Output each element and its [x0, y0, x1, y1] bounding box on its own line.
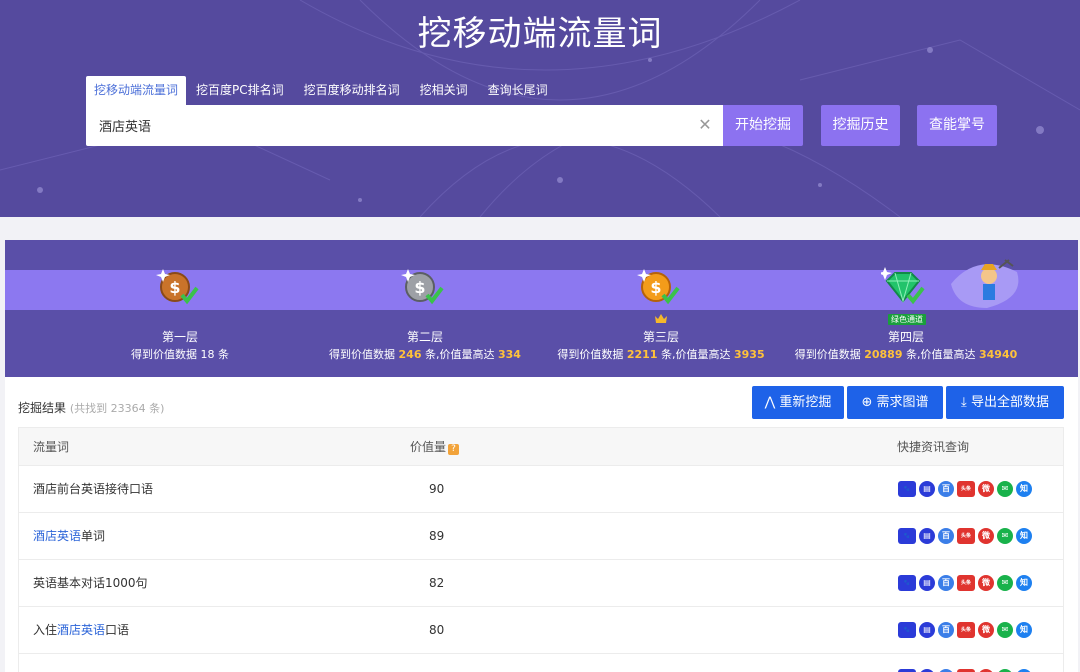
baike-icon[interactable]: 百: [938, 528, 954, 544]
table-row: 入住酒店英语口语 80 🐾 ▤ 百头条微 ✉ 知: [18, 607, 1064, 654]
toutiao-icon[interactable]: 头条: [957, 575, 975, 591]
col-keyword: 流量词: [33, 440, 70, 454]
baidu-paw-icon[interactable]: 🐾: [898, 622, 916, 638]
quick-links: 🐾▤百头条微✉知: [898, 622, 1032, 638]
baidu-doc-icon[interactable]: ▤: [919, 481, 935, 497]
toutiao-icon[interactable]: 头条: [957, 481, 975, 497]
zhihu-icon[interactable]: 知: [1016, 622, 1032, 638]
tab-baidu-pc-rank-words[interactable]: 挖百度PC排名词: [186, 76, 294, 105]
level-name: 第二层: [406, 330, 443, 344]
miner-character-icon: [951, 259, 1019, 308]
svg-text:$: $: [414, 278, 425, 297]
value-cell: 80: [429, 623, 445, 637]
weibo-icon[interactable]: 微: [978, 575, 994, 591]
table-row: 英语基本对话1000句 82 🐾 ▤ 百头条微 ✉ 知: [18, 560, 1064, 607]
gold-coin-icon: $: [637, 269, 680, 305]
page-title: 挖移动端流量词: [417, 14, 663, 54]
value-cell: 90: [429, 482, 445, 496]
baidu-paw-icon[interactable]: 🐾: [898, 575, 916, 591]
table-row: 酒店英语单词 89 🐾 ▤ 百头条微 ✉ 知: [18, 513, 1064, 560]
results-panel: 挖掘结果 (共找到 23364 条) ⋀ 重新挖掘 ⊕ 需求图谱 ⤓ 导出全部数…: [5, 377, 1078, 672]
value-cell: 89: [429, 529, 445, 543]
toutiao-icon[interactable]: 头条: [957, 528, 975, 544]
value-cell: 82: [429, 576, 445, 590]
dig-levels-panel: $ 第一层 得到价值数据 18 条 $ 第二层 得到价值数据 246 条,价值量…: [5, 240, 1078, 377]
keyword-cell[interactable]: 英语基本对话1000句: [33, 560, 148, 606]
tab-related-words[interactable]: 挖相关词: [410, 76, 478, 105]
keyword-cell[interactable]: 酒店前台英语接待口语: [33, 466, 153, 512]
level-name: 第一层: [161, 330, 198, 344]
level-desc: 得到价值数据 2211 条,价值量高达 3935: [557, 348, 765, 361]
tab-baidu-mobile-rank-words[interactable]: 挖百度移动排名词: [294, 76, 410, 105]
quick-links: 🐾▤百头条微✉知: [898, 481, 1032, 497]
bronze-coin-icon: $: [156, 269, 199, 305]
keyword-cell[interactable]: 入住酒店英语口语: [33, 607, 129, 653]
results-table: 流量词 价值量? 快捷资讯查询 酒店前台英语接待口语 90 🐾 ▤ 百头条微 ✉ 知 酒…: [18, 427, 1064, 672]
col-value: 价值量?: [410, 428, 460, 466]
level-3: $ 第三层 得到价值数据 2211 条,价值量高达 3935: [531, 240, 791, 377]
baidu-doc-icon[interactable]: ▤: [919, 528, 935, 544]
wechat-icon[interactable]: ✉: [997, 622, 1013, 638]
baidu-paw-icon[interactable]: 🐾: [898, 528, 916, 544]
baike-icon[interactable]: 百: [938, 575, 954, 591]
level-2: $ 第二层 得到价值数据 246 条,价值量高达 334: [295, 240, 555, 377]
baidu-paw-icon[interactable]: 🐾: [898, 481, 916, 497]
dig-history-button[interactable]: 挖掘历史: [821, 105, 900, 146]
svg-text:$: $: [169, 278, 180, 297]
export-all-button[interactable]: ⤓ 导出全部数据: [946, 386, 1064, 419]
wechat-icon[interactable]: ✉: [997, 481, 1013, 497]
table-header: 流量词 价值量? 快捷资讯查询: [18, 427, 1064, 466]
redig-button[interactable]: ⋀ 重新挖掘: [752, 386, 844, 419]
baike-icon[interactable]: 百: [938, 622, 954, 638]
results-count: (共找到 23364 条): [69, 402, 165, 415]
baidu-doc-icon[interactable]: ▤: [919, 622, 935, 638]
svg-text:$: $: [650, 278, 661, 297]
tab-long-tail-words[interactable]: 查询长尾词: [478, 76, 558, 105]
zhihu-icon[interactable]: 知: [1016, 528, 1032, 544]
level-desc: 得到价值数据 20889 条,价值量高达 34940: [794, 348, 1018, 361]
level-desc: 得到价值数据 18 条: [131, 348, 229, 361]
level-name: 第三层: [642, 330, 679, 344]
weibo-icon[interactable]: 微: [978, 481, 994, 497]
dig-mode-tabs: 挖移动端流量词 挖百度PC排名词 挖百度移动排名词 挖相关词 查询长尾词: [86, 76, 558, 105]
wechat-icon[interactable]: ✉: [997, 575, 1013, 591]
level-1: $ 第一层 得到价值数据 18 条: [50, 240, 310, 377]
check-account-button[interactable]: 查能掌号: [917, 105, 997, 146]
search-box: [86, 105, 723, 146]
weibo-icon[interactable]: 微: [978, 528, 994, 544]
keyword-cell[interactable]: 酒店英语单词: [33, 513, 105, 559]
zhihu-icon[interactable]: 知: [1016, 481, 1032, 497]
demand-graph-button[interactable]: ⊕ 需求图谱: [847, 386, 943, 419]
baidu-doc-icon[interactable]: ▤: [919, 575, 935, 591]
zhihu-icon[interactable]: 知: [1016, 575, 1032, 591]
green-channel-badge: 绿色通道: [888, 314, 926, 325]
emerald-gem-icon: [881, 267, 925, 305]
quick-links: 🐾▤百头条微✉知: [898, 528, 1032, 544]
level-name: 第四层: [887, 330, 924, 344]
col-quick: 快捷资讯查询: [897, 440, 970, 454]
quick-links: 🐾▤百头条微✉知: [898, 575, 1032, 591]
baike-icon[interactable]: 百: [938, 481, 954, 497]
level-desc: 得到价值数据 246 条,价值量高达 334: [329, 348, 521, 361]
table-row-partial: 🐾▤百头条微✉知: [18, 654, 1064, 672]
start-dig-button[interactable]: 开始挖掘: [723, 105, 803, 146]
search-input[interactable]: [86, 105, 686, 146]
wechat-icon[interactable]: ✉: [997, 528, 1013, 544]
redig-icon: ⋀: [764, 395, 776, 410]
crown-icon: [655, 314, 667, 323]
tab-mobile-traffic-words[interactable]: 挖移动端流量词: [86, 76, 187, 105]
weibo-icon[interactable]: 微: [978, 622, 994, 638]
graph-icon: ⊕: [861, 395, 873, 410]
help-icon[interactable]: ?: [448, 444, 460, 455]
silver-coin-icon: $: [401, 269, 444, 305]
results-heading: 挖掘结果 (共找到 23364 条): [18, 401, 165, 415]
download-icon: ⤓: [961, 395, 967, 410]
table-row: 酒店前台英语接待口语 90 🐾 ▤ 百头条微 ✉ 知: [18, 466, 1064, 513]
toutiao-icon[interactable]: 头条: [957, 622, 975, 638]
clear-icon[interactable]: ✕: [696, 112, 714, 138]
